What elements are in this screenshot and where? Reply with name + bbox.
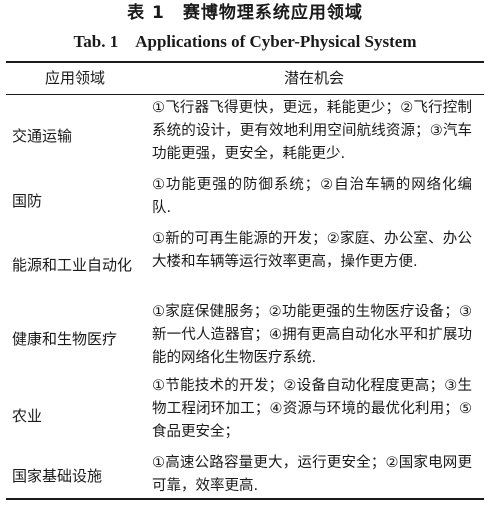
row-text: ①新的可再生能源的开发；②家庭、办公室、办公大楼和车辆等运行效率更高，操作更方便… (152, 231, 472, 270)
row-label: 健康和生物医疗 (12, 330, 118, 348)
header-application-field: 应用领域 (44, 69, 105, 87)
table-title-chinese: 表 1 赛博物理系统应用领域 (127, 3, 363, 23)
row-label: 能源和工业自动化 (12, 256, 133, 274)
table-title-english: Tab. 1 Applications of Cyber-Physical Sy… (73, 32, 417, 51)
row-text: ①飞行器飞得更快，更远，耗能更少；②飞行控制系统的设计，更有效地利用空间航线资源… (152, 100, 472, 162)
row-label: 国家基础设施 (12, 467, 103, 485)
row-text: ①家庭保健服务；②功能更强的生物医疗设备；③新一代人造器官；④拥有更高自动化水平… (152, 304, 472, 366)
row-text: ①功能更强的防御系统；②自治车辆的网络化编队. (152, 177, 472, 216)
table-header-rule (6, 94, 484, 95)
table-bottom-rule (6, 498, 484, 500)
row-label: 国防 (12, 192, 43, 210)
row-text: ①节能技术的开发；②设备自动化程度更高；③生物工程闭环加工；④资源与环境的最优化… (152, 378, 472, 440)
row-label: 农业 (12, 407, 43, 425)
row-label: 交通运输 (12, 127, 73, 145)
row-text: ①高速公路容量更大，运行更安全；②国家电网更可靠，效率更高. (152, 455, 472, 494)
header-potential-opportunities: 潜在机会 (283, 69, 344, 87)
